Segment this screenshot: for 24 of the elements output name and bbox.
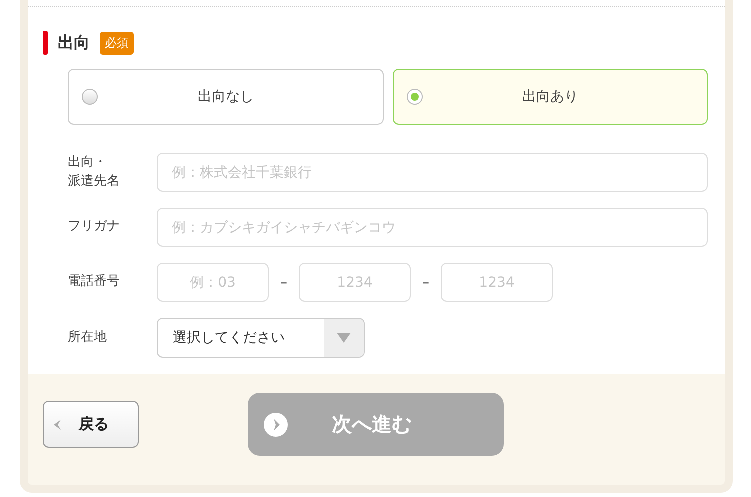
- back-button[interactable]: 戻る: [43, 401, 139, 448]
- field-label: 所在地: [68, 328, 108, 347]
- field-label: フリガナ: [68, 218, 120, 236]
- section-title: 出向: [58, 32, 90, 54]
- location-select[interactable]: 選択してください: [157, 318, 365, 358]
- field-label: 出向・: [68, 154, 107, 172]
- field-label: 電話番号: [68, 273, 121, 292]
- section-marker: [43, 31, 48, 55]
- radio-option[interactable]: 出向あり: [392, 69, 708, 125]
- chevron-circle-icon: [264, 412, 288, 436]
- radio-option[interactable]: 出向なし: [68, 69, 384, 125]
- radio-icon: [406, 89, 422, 105]
- radio-icon: [82, 89, 98, 105]
- input-field[interactable]: 例：株式会社千葉銀行: [157, 153, 708, 192]
- input-field[interactable]: 例：カブシキガイシャチバギンコウ: [157, 208, 708, 247]
- phone-field[interactable]: 例：03: [157, 263, 269, 302]
- dash: –: [280, 274, 288, 290]
- dash: –: [422, 274, 430, 290]
- dropdown-arrow-icon: [337, 333, 351, 343]
- chevron-left-icon: [54, 420, 61, 430]
- phone-field[interactable]: 1234: [441, 263, 553, 302]
- field-label: 派遣先名: [68, 172, 120, 190]
- required-badge: 必須: [100, 32, 134, 54]
- phone-field[interactable]: 1234: [299, 263, 411, 302]
